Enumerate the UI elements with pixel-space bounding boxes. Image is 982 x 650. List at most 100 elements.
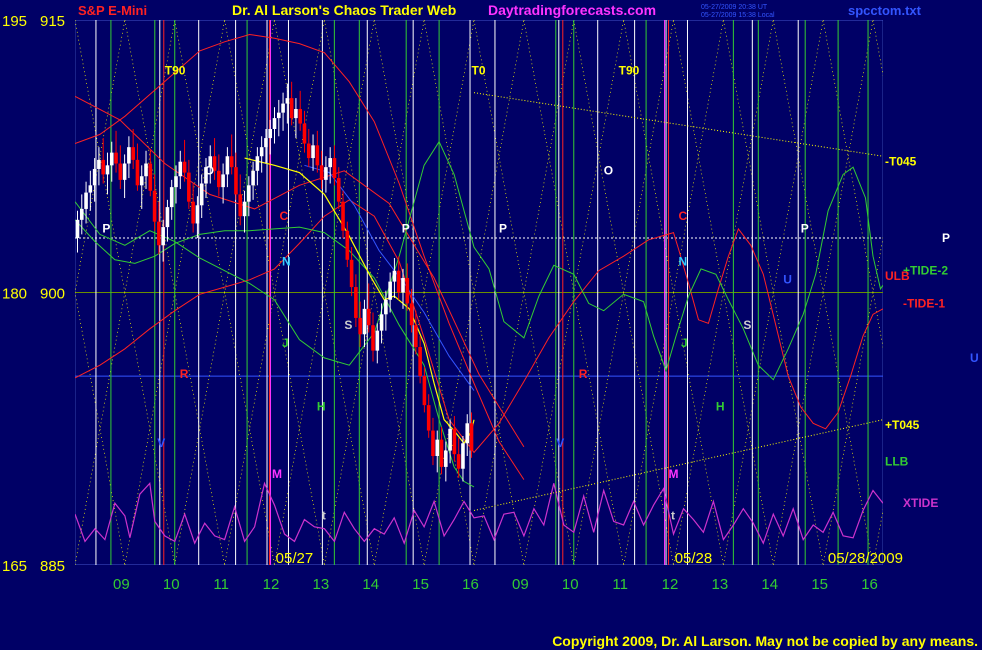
price-bar-body-3 — [88, 185, 93, 193]
price-bar-body-54 — [306, 143, 311, 159]
price-bar-body-74 — [392, 270, 397, 282]
legend-p-1: P — [942, 231, 950, 245]
legend--t045-6: +T045 — [885, 418, 920, 432]
price-bar-body-21 — [165, 207, 170, 228]
marker-n-12: N — [679, 254, 688, 268]
price-bar-body-90 — [461, 443, 465, 469]
price-bar-body-56 — [315, 145, 320, 166]
price-bar-body-13 — [131, 147, 135, 160]
marker-r-18: R — [579, 367, 588, 381]
marker-m-23: M — [272, 467, 282, 481]
price-bar-body-61 — [336, 178, 341, 202]
x-tick-5: 14 — [362, 576, 379, 593]
price-bar-body-66 — [358, 317, 362, 335]
marker-t0-1: T0 — [472, 64, 486, 78]
price-bar-body-33 — [217, 170, 221, 188]
x-tick-4: 13 — [313, 576, 330, 593]
marker-o-4: O — [604, 163, 613, 177]
marker-m-24: M — [669, 467, 679, 481]
x-tick-14: 15 — [811, 576, 828, 593]
legend--t045-0: -T045 — [885, 155, 917, 169]
legend-ulb-3: ULB — [885, 269, 910, 283]
price-bar-body-5 — [97, 159, 101, 169]
price-bar-body-25 — [182, 161, 187, 173]
price-bar-body-89 — [456, 454, 461, 469]
price-bar-body-17 — [148, 163, 153, 191]
price-bar-body-4 — [92, 168, 97, 186]
price-bar-body-40 — [247, 185, 251, 202]
price-bar-body-26 — [187, 172, 191, 202]
marker-v-21: V — [157, 436, 165, 450]
price-bar-body-91 — [465, 423, 470, 444]
price-bar-body-48 — [281, 103, 285, 113]
price-bar-body-37 — [234, 167, 238, 195]
price-bar-body-14 — [135, 159, 140, 186]
symbol-title: S&P E-Mini — [78, 3, 147, 18]
legend-xtide-8: XTIDE — [903, 496, 938, 510]
x-tick-2: 11 — [213, 576, 229, 593]
site-link[interactable]: Daytradingforecasts.com — [488, 2, 656, 18]
legend--tide-2-2: +TIDE-2 — [903, 264, 948, 278]
marker-u-27: U — [783, 272, 792, 286]
price-bar-body-18 — [152, 190, 157, 222]
marker-v-22: V — [556, 436, 564, 450]
marker-h-19: H — [317, 400, 326, 414]
date-label-1: 05/28 — [675, 550, 713, 567]
price-bar-body-76 — [401, 277, 405, 293]
price-bar-body-62 — [341, 201, 345, 231]
marker-c-6: C — [679, 209, 688, 223]
price-bar-body-52 — [298, 109, 303, 124]
price-bar-body-27 — [191, 201, 195, 224]
price-bar-body-50 — [289, 98, 294, 119]
price-bar-body-57 — [319, 165, 324, 180]
price-bar-body-16 — [144, 163, 148, 177]
x-tick-12: 13 — [712, 576, 729, 593]
marker-s-13: S — [344, 318, 352, 332]
price-bar-body-29 — [199, 183, 204, 206]
price-bar-body-63 — [345, 230, 350, 260]
price-bar-body-9 — [114, 152, 118, 164]
y-label-left-0: 195 — [2, 13, 27, 30]
price-bar-body-47 — [276, 112, 281, 119]
y-label-right-1: 900 — [40, 286, 65, 303]
price-bar-body-80 — [418, 347, 422, 377]
chaos-trader-chart: T90 T0 T90 O O C C P P P P N N S S J J R R H H V V M Mt t U -T045 P… — [0, 0, 982, 650]
price-bar-body-92 — [469, 423, 474, 451]
legend-llb-7: LLB — [885, 454, 909, 468]
x-tick-6: 15 — [412, 576, 429, 593]
price-bar-body-46 — [272, 118, 277, 129]
price-bar-body-34 — [221, 174, 225, 188]
legend-u-5: U — [970, 351, 979, 365]
price-bar-body-88 — [452, 428, 457, 455]
marker-t90-0: T90 — [165, 64, 186, 78]
marker-p-7: P — [102, 222, 110, 236]
price-bar-body-41 — [251, 170, 255, 186]
price-bar-body-19 — [157, 221, 161, 246]
price-bar-body-15 — [139, 176, 144, 186]
price-bar-body-45 — [268, 129, 273, 139]
price-bar-body-10 — [118, 163, 123, 180]
price-bar-body-72 — [384, 299, 388, 315]
marker-j-15: J — [282, 336, 289, 350]
marker-p-10: P — [801, 222, 809, 236]
price-bar-body-42 — [255, 156, 260, 171]
price-bar-body-75 — [396, 270, 401, 293]
price-bar-body-7 — [105, 165, 110, 175]
marker-t-25: t — [322, 509, 326, 523]
price-bar-body-60 — [332, 158, 337, 179]
price-bar-body-12 — [127, 147, 131, 164]
marker-h-20: H — [716, 400, 725, 414]
marker-t-26: t — [671, 509, 675, 523]
price-bar-body-73 — [388, 281, 392, 300]
price-bar-body-49 — [285, 98, 290, 104]
price-bar-body-81 — [422, 376, 427, 406]
price-bar-body-22 — [169, 187, 174, 208]
price-bar-body-43 — [259, 147, 264, 157]
timestamp-local: 05-27/2009 15:38 Local — [701, 12, 775, 19]
x-tick-11: 12 — [662, 576, 679, 593]
price-bar-body-39 — [242, 201, 247, 217]
price-bar-body-55 — [311, 145, 315, 159]
price-bar-body-1 — [79, 208, 84, 220]
price-bar-body-8 — [109, 152, 114, 166]
price-bar-body-67 — [362, 308, 367, 335]
